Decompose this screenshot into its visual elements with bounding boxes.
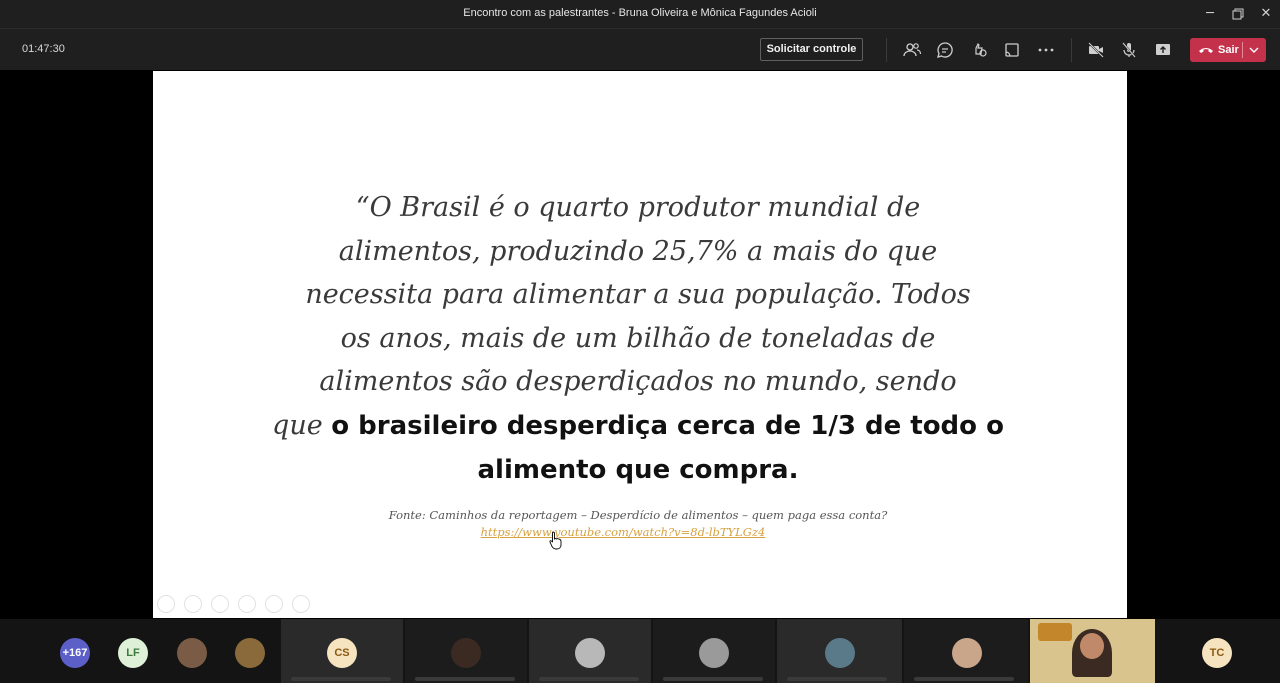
slide-line: necessita para alimentar a sua população… bbox=[305, 279, 971, 310]
slide-source: Fonte: Caminhos da reportagem – Desperdí… bbox=[388, 508, 888, 522]
slide-quote: “O Brasil é o quarto produtor mundial de… bbox=[263, 186, 1013, 493]
slide-line-normal: que bbox=[272, 409, 332, 441]
share-tray-icon[interactable] bbox=[1002, 40, 1022, 60]
slide-line: alimento que compra. bbox=[263, 448, 1013, 493]
name-label-bar bbox=[914, 677, 1014, 681]
minimize-icon[interactable]: ─ bbox=[1195, 4, 1225, 24]
participant-tile[interactable] bbox=[529, 619, 651, 683]
slide-line: alimentos, produzindo 25,7% a mais do qu… bbox=[338, 235, 938, 267]
avatar-photo bbox=[952, 638, 982, 668]
name-label-bar bbox=[291, 677, 391, 681]
avatar[interactable]: TC bbox=[1202, 638, 1232, 668]
presentation-slide: “O Brasil é o quarto produtor mundial de… bbox=[153, 71, 1127, 618]
name-label-bar bbox=[415, 677, 515, 681]
chevron-down-icon[interactable] bbox=[1247, 42, 1261, 58]
hand-cursor-icon bbox=[549, 531, 562, 550]
slide-more-icon[interactable] bbox=[292, 595, 310, 613]
pen-icon[interactable] bbox=[211, 595, 229, 613]
participant-face bbox=[1080, 633, 1104, 659]
leave-label: Sair bbox=[1218, 44, 1239, 56]
meeting-toolbar: 01:47:30 Solicitar controle Sair bbox=[0, 28, 1280, 70]
avatar-photo bbox=[699, 638, 729, 668]
restore-icon[interactable] bbox=[1223, 4, 1253, 24]
avatar-photo bbox=[575, 638, 605, 668]
toolbar-divider bbox=[1071, 38, 1072, 62]
zoom-icon[interactable] bbox=[265, 595, 283, 613]
name-label-bar bbox=[539, 677, 639, 681]
slide-line: que o brasileiro desperdiça cerca de 1/3… bbox=[263, 404, 1013, 449]
request-control-button[interactable]: Solicitar controle bbox=[760, 38, 863, 61]
toolbar-divider bbox=[886, 38, 887, 62]
slide-line: os anos, mais de um bilhão de toneladas … bbox=[340, 322, 936, 354]
participant-tile[interactable]: CS bbox=[281, 619, 403, 683]
avatar-photo bbox=[825, 638, 855, 668]
name-label-bar bbox=[787, 677, 887, 681]
avatar-photo[interactable] bbox=[235, 638, 265, 668]
leave-divider bbox=[1242, 42, 1243, 58]
title-bar: Encontro com as palestrantes - Bruna Oli… bbox=[0, 0, 1280, 28]
slide-line-bold: alimento que compra. bbox=[477, 455, 799, 485]
share-icon[interactable] bbox=[1153, 40, 1173, 60]
avatar: CS bbox=[327, 638, 357, 668]
next-slide-icon[interactable] bbox=[184, 595, 202, 613]
window-title: Encontro com as palestrantes - Bruna Oli… bbox=[463, 7, 817, 19]
slides-overview-icon[interactable] bbox=[238, 595, 256, 613]
participant-tile[interactable] bbox=[904, 619, 1028, 683]
camera-off-icon[interactable] bbox=[1086, 40, 1106, 60]
avatar[interactable]: LF bbox=[118, 638, 148, 668]
participants-icon[interactable] bbox=[902, 40, 922, 60]
slide-line: alimentos são desperdiçados no mundo, se… bbox=[319, 366, 957, 397]
reactions-icon[interactable] bbox=[969, 40, 989, 60]
participant-strip: +167 LF CS TC bbox=[0, 619, 1280, 683]
slide-line-bold: o brasileiro desperdiça cerca de 1/3 de … bbox=[331, 410, 1004, 441]
hang-up-icon bbox=[1199, 48, 1213, 53]
close-icon[interactable]: ✕ bbox=[1251, 4, 1280, 24]
participant-tile[interactable] bbox=[405, 619, 527, 683]
overflow-participants-badge[interactable]: +167 bbox=[60, 638, 90, 668]
slide-link[interactable]: https://www.youtube.com/watch?v=8d-lbTYL… bbox=[263, 525, 983, 539]
avatar-photo[interactable] bbox=[177, 638, 207, 668]
participant-video-tile[interactable] bbox=[1030, 619, 1155, 683]
chat-icon[interactable] bbox=[935, 40, 955, 60]
more-icon[interactable] bbox=[1036, 40, 1056, 60]
mic-off-icon[interactable] bbox=[1119, 40, 1139, 60]
avatar-photo bbox=[451, 638, 481, 668]
background-logo bbox=[1038, 623, 1072, 641]
participant-tile[interactable] bbox=[653, 619, 775, 683]
previous-slide-icon[interactable] bbox=[157, 595, 175, 613]
name-label-bar bbox=[663, 677, 763, 681]
participant-tile[interactable] bbox=[777, 619, 902, 683]
meeting-timer: 01:47:30 bbox=[22, 43, 65, 55]
leave-button[interactable]: Sair bbox=[1190, 38, 1266, 62]
slide-line: “O Brasil é o quarto produtor mundial de bbox=[355, 192, 921, 223]
